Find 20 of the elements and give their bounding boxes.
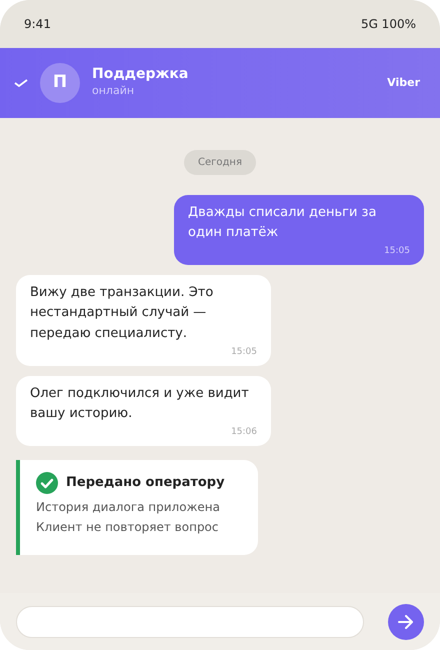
status-line: История диалога приложена xyxy=(36,498,221,516)
message-text: Олег подключился и уже видит вашу историю. xyxy=(30,384,250,423)
avatar: П xyxy=(40,63,80,103)
status-title: Передано оператору xyxy=(66,474,225,492)
send-button[interactable] xyxy=(388,604,424,640)
status-line: Клиент не повторяет вопрос xyxy=(36,518,220,536)
platform-label: Viber xyxy=(387,74,420,91)
message-text: Вижу две транзакции. Это нестандартный случай — передаю специалисту. xyxy=(30,284,214,342)
message-input[interactable] xyxy=(16,606,364,638)
date-chip: Сегодня xyxy=(184,150,256,175)
message-time: 15:05 xyxy=(383,245,410,258)
message-time: 15:05 xyxy=(230,346,257,359)
message-time: 15:06 xyxy=(230,426,257,439)
status-time: 9:41 xyxy=(24,16,51,33)
check-circle-icon xyxy=(36,472,58,494)
chat-title: Поддержка xyxy=(92,66,188,84)
chat-status: онлайн xyxy=(92,83,136,100)
message-text: Дважды списали деньги за один платёж xyxy=(188,204,378,242)
network-battery-status: 5G 100% xyxy=(360,16,416,33)
arrow-icon xyxy=(398,614,414,628)
